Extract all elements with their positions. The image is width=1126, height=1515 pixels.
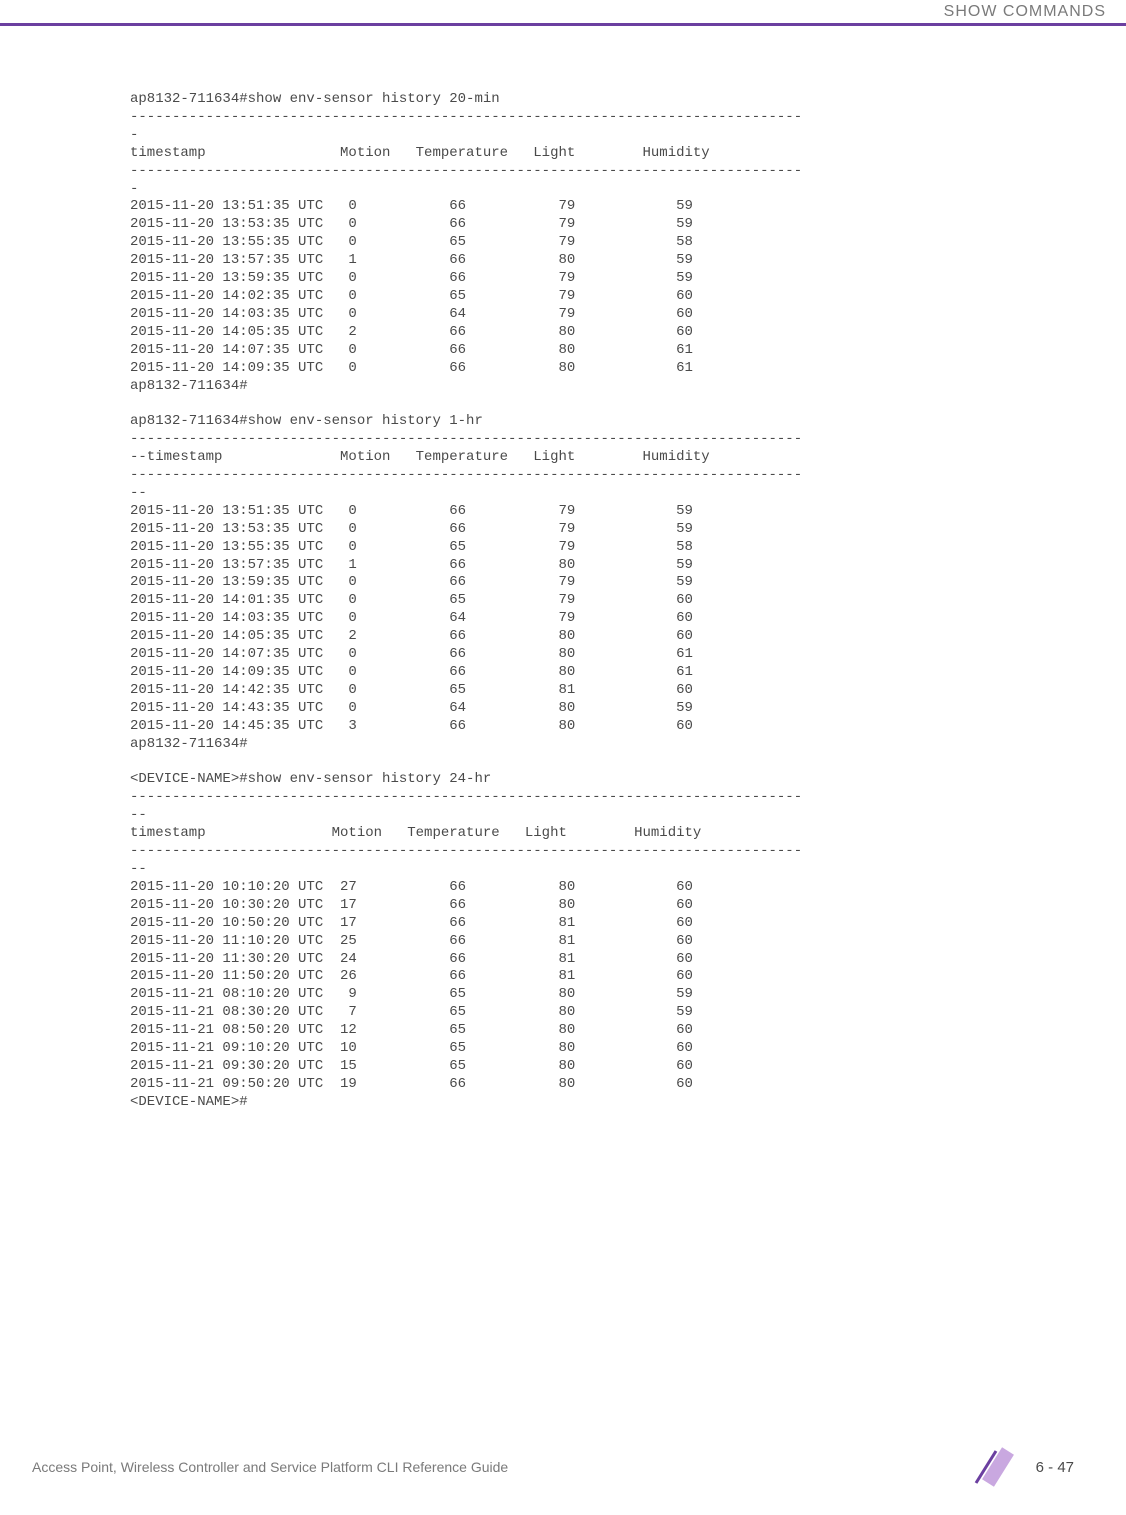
page-header-title: SHOW COMMANDS — [944, 3, 1106, 21]
cli-output-block: ap8132-711634#show env-sensor history 20… — [130, 91, 1106, 1112]
cli-content: ap8132-711634#show env-sensor history 20… — [0, 26, 1126, 1132]
page-footer: Access Point, Wireless Controller and Se… — [0, 1447, 1126, 1487]
page-number-badge: 6 - 47 — [970, 1447, 1074, 1487]
page-slash-icon — [970, 1447, 1026, 1487]
footer-guide-title: Access Point, Wireless Controller and Se… — [32, 1459, 508, 1475]
page-header: SHOW COMMANDS — [0, 0, 1126, 26]
page-number-text: 6 - 47 — [1036, 1459, 1074, 1476]
